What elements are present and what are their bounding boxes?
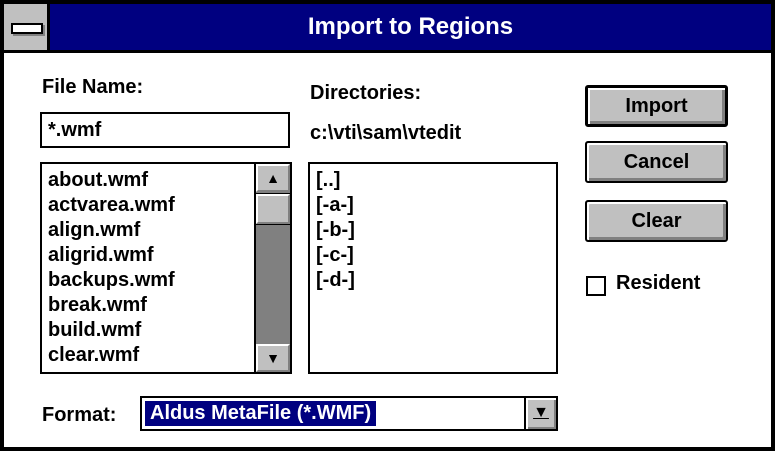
window-title: Import to Regions [307, 13, 514, 40]
format-selected-value[interactable]: Aldus MetaFile (*.WMF) [145, 401, 377, 426]
file-list-item[interactable]: aligrid.wmf [42, 243, 254, 268]
directory-list-item[interactable]: [-d-] [310, 268, 556, 293]
dropdown-arrow-icon[interactable]: ▼ [524, 398, 556, 429]
cancel-button[interactable]: Cancel [585, 141, 728, 183]
file-list-scrollbar[interactable]: ▲ ▼ [254, 164, 290, 372]
file-list-item[interactable]: clear.wmf [42, 343, 254, 368]
file-list-item[interactable]: backups.wmf [42, 268, 254, 293]
import-dialog: Import to Regions File Name: *.wmf about… [0, 0, 775, 451]
file-list-item[interactable]: about.wmf [42, 168, 254, 193]
clear-button[interactable]: Clear [585, 200, 728, 242]
directory-list[interactable]: [..] [-a-] [-b-] [-c-] [-d-] [308, 162, 558, 374]
file-name-input[interactable]: *.wmf [40, 112, 290, 148]
file-list-item[interactable]: actvarea.wmf [42, 193, 254, 218]
file-list[interactable]: about.wmf actvarea.wmf align.wmf aligrid.wm… [40, 162, 292, 374]
file-list-item[interactable]: build.wmf [42, 318, 254, 343]
directory-list-item[interactable]: [-a-] [310, 193, 556, 218]
scroll-thumb[interactable] [255, 193, 290, 225]
directory-list-item[interactable]: [-b-] [310, 218, 556, 243]
arrow-down-icon[interactable]: ▼ [256, 344, 290, 372]
resident-checkbox[interactable] [586, 276, 606, 296]
system-menu-icon[interactable] [4, 4, 50, 50]
arrow-up-icon[interactable]: ▲ [256, 164, 290, 192]
directory-list-item[interactable]: [..] [310, 168, 556, 193]
title-bar[interactable]: Import to Regions [4, 4, 771, 53]
resident-label[interactable]: Resident [616, 272, 700, 295]
directory-list-item[interactable]: [-c-] [310, 243, 556, 268]
file-list-item[interactable]: break.wmf [42, 293, 254, 318]
file-name-label: File Name: [42, 76, 144, 98]
directory-path: c:\vti\sam\vtedit [310, 122, 462, 144]
format-label: Format: [42, 404, 117, 426]
format-select[interactable]: Aldus MetaFile (*.WMF) ▼ [140, 396, 558, 431]
directories-label: Directories: [310, 82, 422, 104]
file-list-item[interactable]: align.wmf [42, 218, 254, 243]
import-button[interactable]: Import [585, 85, 728, 127]
